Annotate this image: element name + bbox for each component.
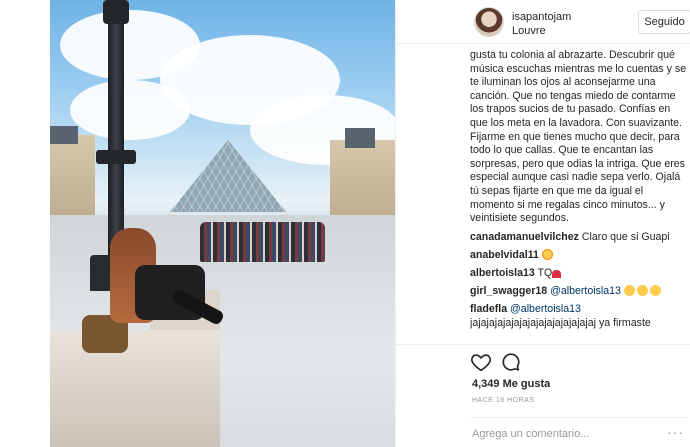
comment-text: TQ [537, 266, 553, 279]
scared-face-emoji-icon [649, 284, 661, 296]
heart-outline-icon[interactable] [470, 351, 492, 373]
sad-face-emoji-icon [636, 284, 648, 296]
building-roof [50, 126, 78, 144]
username[interactable]: isapantojam [512, 11, 571, 23]
avatar[interactable] [474, 7, 504, 37]
comments-list[interactable]: gusta tu colonia al abrazarte. Descubrir… [470, 44, 688, 344]
post-sidebar: isapantojam Louvre Seguido gusta tu colo… [395, 0, 690, 447]
comment-input[interactable] [472, 425, 652, 443]
post-actions: 4,349 Me gusta HACE 18 HORAS ··· [396, 344, 690, 444]
comment-composer: ··· [470, 417, 688, 445]
location-link[interactable]: Louvre [512, 25, 546, 37]
comment-mention[interactable]: @albertoisla13 [550, 285, 621, 297]
sad-face-emoji-icon [623, 284, 635, 296]
post-photo[interactable] [50, 0, 395, 447]
lamp-post-top [103, 0, 129, 24]
comment-item: canadamanuelvilchez Claro que si Guapi [470, 230, 688, 244]
speech-bubble-icon[interactable] [500, 351, 522, 373]
post-caption: gusta tu colonia al abrazarte. Descubrir… [470, 49, 687, 225]
instagram-post: isapantojam Louvre Seguido gusta tu colo… [0, 0, 690, 447]
comment-item: fladefla @albertoisla13 jajajajajajajaja… [470, 302, 688, 330]
comment-username[interactable]: girl_swagger18 [470, 285, 547, 297]
post-timestamp: HACE 18 HORAS [472, 397, 535, 404]
following-button[interactable]: Seguido [638, 10, 690, 34]
building-roof [345, 128, 375, 148]
comment-username[interactable]: canadamanuelvilchez [470, 231, 579, 243]
comment-item: albertoisla13 TQ [470, 266, 688, 280]
like-count[interactable]: 4,349 Me gusta [472, 378, 550, 390]
comment-text: Claro que si Guapi [581, 230, 670, 243]
comment-mention[interactable]: @albertoisla13 [510, 303, 581, 315]
comment-item: girl_swagger18 @albertoisla13 [470, 284, 688, 298]
more-options-icon[interactable]: ··· [667, 425, 684, 439]
building-left [50, 135, 95, 215]
heart-eyes-emoji-icon [541, 248, 553, 260]
comment-username[interactable]: anabelvidal11 [470, 249, 539, 261]
comment-text: jajajajajajajajajajajajajajajaj ya firma… [470, 316, 651, 329]
post-header: isapantojam Louvre Seguido [396, 0, 690, 44]
comment-username[interactable]: fladefla [470, 303, 507, 315]
red-heart-icon [552, 269, 562, 278]
lamp-post-ring [96, 150, 136, 164]
comment-username[interactable]: albertoisla13 [470, 267, 535, 279]
stone-ledge [50, 330, 220, 447]
comment-item: anabelvidal11 [470, 248, 688, 262]
building-right [330, 140, 395, 215]
crowd [200, 222, 325, 262]
cloud [70, 80, 190, 140]
